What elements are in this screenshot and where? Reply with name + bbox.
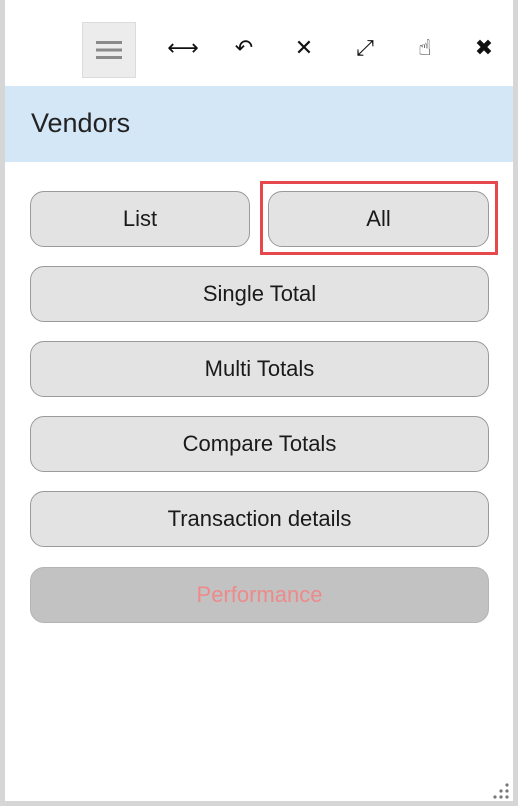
panel-header: Vendors	[5, 86, 513, 162]
menu-icon-graphic	[96, 41, 122, 59]
multi-totals-button[interactable]: Multi Totals	[30, 341, 489, 397]
menu-icon[interactable]	[82, 22, 136, 78]
performance-button: Performance	[30, 567, 489, 623]
close-icon[interactable]: ✖	[464, 28, 504, 68]
expand-diagonal-icon[interactable]: ⤢	[345, 28, 385, 68]
list-button[interactable]: List	[30, 191, 250, 247]
undo-arrow-icon[interactable]: ↶	[224, 28, 264, 68]
arrows-horizontal-icon[interactable]: ⟷	[163, 28, 203, 68]
single-total-button[interactable]: Single Total	[30, 266, 489, 322]
page-title: Vendors	[31, 108, 131, 138]
hand-pointer-icon[interactable]: ☝	[405, 28, 445, 68]
collapse-arrows-icon[interactable]: ✕	[284, 28, 324, 68]
toolbar: ⟷ ↶ ✕ ⤢ ☝ ✖	[0, 0, 518, 82]
all-button[interactable]: All	[268, 191, 489, 247]
compare-totals-button[interactable]: Compare Totals	[30, 416, 489, 472]
transaction-details-button[interactable]: Transaction details	[30, 491, 489, 547]
resize-grip-icon[interactable]	[492, 782, 510, 800]
